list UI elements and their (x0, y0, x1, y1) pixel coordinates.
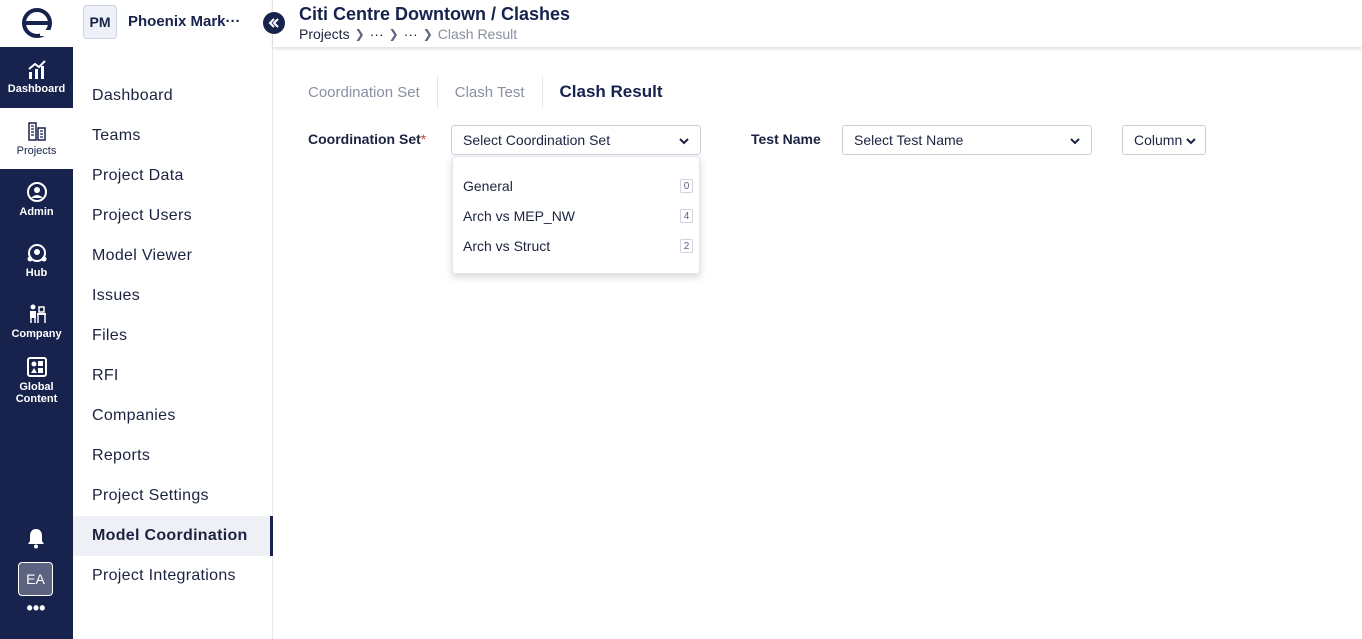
rail-item-admin[interactable]: Admin (0, 169, 73, 230)
sidebar-item-model-viewer[interactable]: Model Viewer (73, 236, 273, 276)
breadcrumb-separator-icon: ❯ (422, 27, 433, 41)
page-header: Citi Centre Downtown / Clashes Projects … (273, 0, 1362, 47)
test-name-select[interactable]: Select Test Name (842, 125, 1092, 155)
sidebar-item-files[interactable]: Files (73, 316, 273, 356)
app-rail: Dashboard Projects Admin Hub Company Glo… (0, 0, 73, 639)
app-logo[interactable] (0, 0, 73, 47)
project-badge: PM (83, 5, 117, 39)
project-header[interactable]: PM Phoenix Mark··· (73, 0, 273, 47)
dropdown-option-arch-vs-struct[interactable]: Arch vs Struct 2 (463, 234, 693, 258)
rail-item-label: Hub (25, 267, 48, 279)
breadcrumb-projects[interactable]: Projects (299, 26, 350, 42)
project-nav: Dashboard Teams Project Data Project Use… (73, 76, 273, 596)
sidebar-item-reports[interactable]: Reports (73, 436, 273, 476)
rail-item-projects[interactable]: Projects (0, 108, 73, 169)
global-content-icon (26, 356, 47, 377)
breadcrumb-separator-icon: ❯ (354, 27, 365, 41)
breadcrumb: Projects ❯ ··· ❯ ··· ❯ Clash Result (299, 26, 517, 42)
coordination-set-label-text: Coordination Set (308, 131, 421, 147)
tab-clash-result[interactable]: Clash Result (543, 76, 680, 108)
breadcrumb-current: Clash Result (437, 26, 518, 42)
breadcrumb-collapsed[interactable]: ··· (370, 26, 384, 42)
notifications-bell-icon[interactable] (25, 527, 47, 549)
rail-item-label: Admin (19, 206, 54, 218)
coordination-set-dropdown: General 0 Arch vs MEP_NW 4 Arch vs Struc… (452, 156, 700, 274)
sidebar-item-project-settings[interactable]: Project Settings (73, 476, 273, 516)
collapse-sidebar-button[interactable] (263, 12, 285, 34)
project-name: Phoenix Mark··· (128, 13, 241, 30)
company-icon (29, 304, 46, 323)
sidebar-item-project-data[interactable]: Project Data (73, 156, 273, 196)
rail-item-company[interactable]: Company (0, 291, 73, 352)
option-label: Arch vs MEP_NW (463, 208, 576, 224)
option-count-badge: 2 (680, 239, 693, 253)
sidebar-item-project-users[interactable]: Project Users (73, 196, 273, 236)
project-sidebar: PM Phoenix Mark··· Dashboard Teams Proje… (73, 0, 273, 639)
chevron-down-icon (679, 138, 689, 145)
tab-clash-test[interactable]: Clash Test (438, 76, 543, 108)
sidebar-item-rfi[interactable]: RFI (73, 356, 273, 396)
clash-tabs: Coordination Set Clash Test Clash Result (308, 76, 680, 108)
sidebar-item-dashboard[interactable]: Dashboard (73, 76, 273, 116)
rail-item-hub[interactable]: Hub (0, 230, 73, 291)
option-label: Arch vs Struct (463, 238, 551, 254)
coordination-set-select[interactable]: Select Coordination Set (451, 125, 701, 155)
coordination-set-label: Coordination Set* (308, 131, 426, 147)
page-title: Citi Centre Downtown / Clashes (299, 4, 571, 24)
logo-icon (21, 7, 52, 38)
breadcrumb-collapsed[interactable]: ··· (404, 26, 418, 42)
double-chevron-left-icon (268, 18, 279, 28)
rail-item-label: Dashboard (7, 83, 66, 95)
rail-item-label: Company (11, 328, 62, 340)
option-count-badge: 0 (680, 179, 693, 193)
coordination-set-placeholder: Select Coordination Set (463, 132, 611, 148)
sidebar-item-teams[interactable]: Teams (73, 116, 273, 156)
chevron-down-icon (1070, 138, 1080, 145)
test-name-placeholder: Select Test Name (854, 132, 964, 148)
breadcrumb-separator-icon: ❯ (388, 27, 399, 41)
admin-user-icon (26, 182, 47, 202)
required-mark: * (420, 131, 427, 147)
columns-label: Column (1134, 132, 1183, 148)
user-avatar[interactable]: EA (18, 562, 53, 596)
buildings-icon (27, 122, 46, 141)
dashboard-chart-icon (27, 60, 46, 79)
tab-coordination-set[interactable]: Coordination Set (308, 76, 438, 108)
rail-item-global-content[interactable]: Global Content (0, 352, 73, 408)
test-name-label: Test Name (751, 131, 821, 147)
sidebar-item-issues[interactable]: Issues (73, 276, 273, 316)
columns-select[interactable]: Column (1122, 125, 1206, 155)
sidebar-item-model-coordination[interactable]: Model Coordination (73, 516, 273, 556)
rail-item-dashboard[interactable]: Dashboard (0, 47, 73, 108)
dropdown-option-arch-vs-mep-nw[interactable]: Arch vs MEP_NW 4 (463, 204, 693, 228)
option-label: General (463, 178, 513, 194)
chevron-down-icon (1186, 138, 1196, 145)
option-count-badge: 4 (680, 209, 693, 223)
sidebar-item-companies[interactable]: Companies (73, 396, 273, 436)
hub-icon (27, 244, 46, 262)
sidebar-item-project-integrations[interactable]: Project Integrations (73, 556, 273, 596)
dropdown-option-general[interactable]: General 0 (463, 174, 693, 198)
rail-item-label: Projects (16, 145, 57, 157)
more-options-icon[interactable]: ••• (25, 599, 47, 617)
rail-item-label: Global Content (15, 380, 58, 405)
